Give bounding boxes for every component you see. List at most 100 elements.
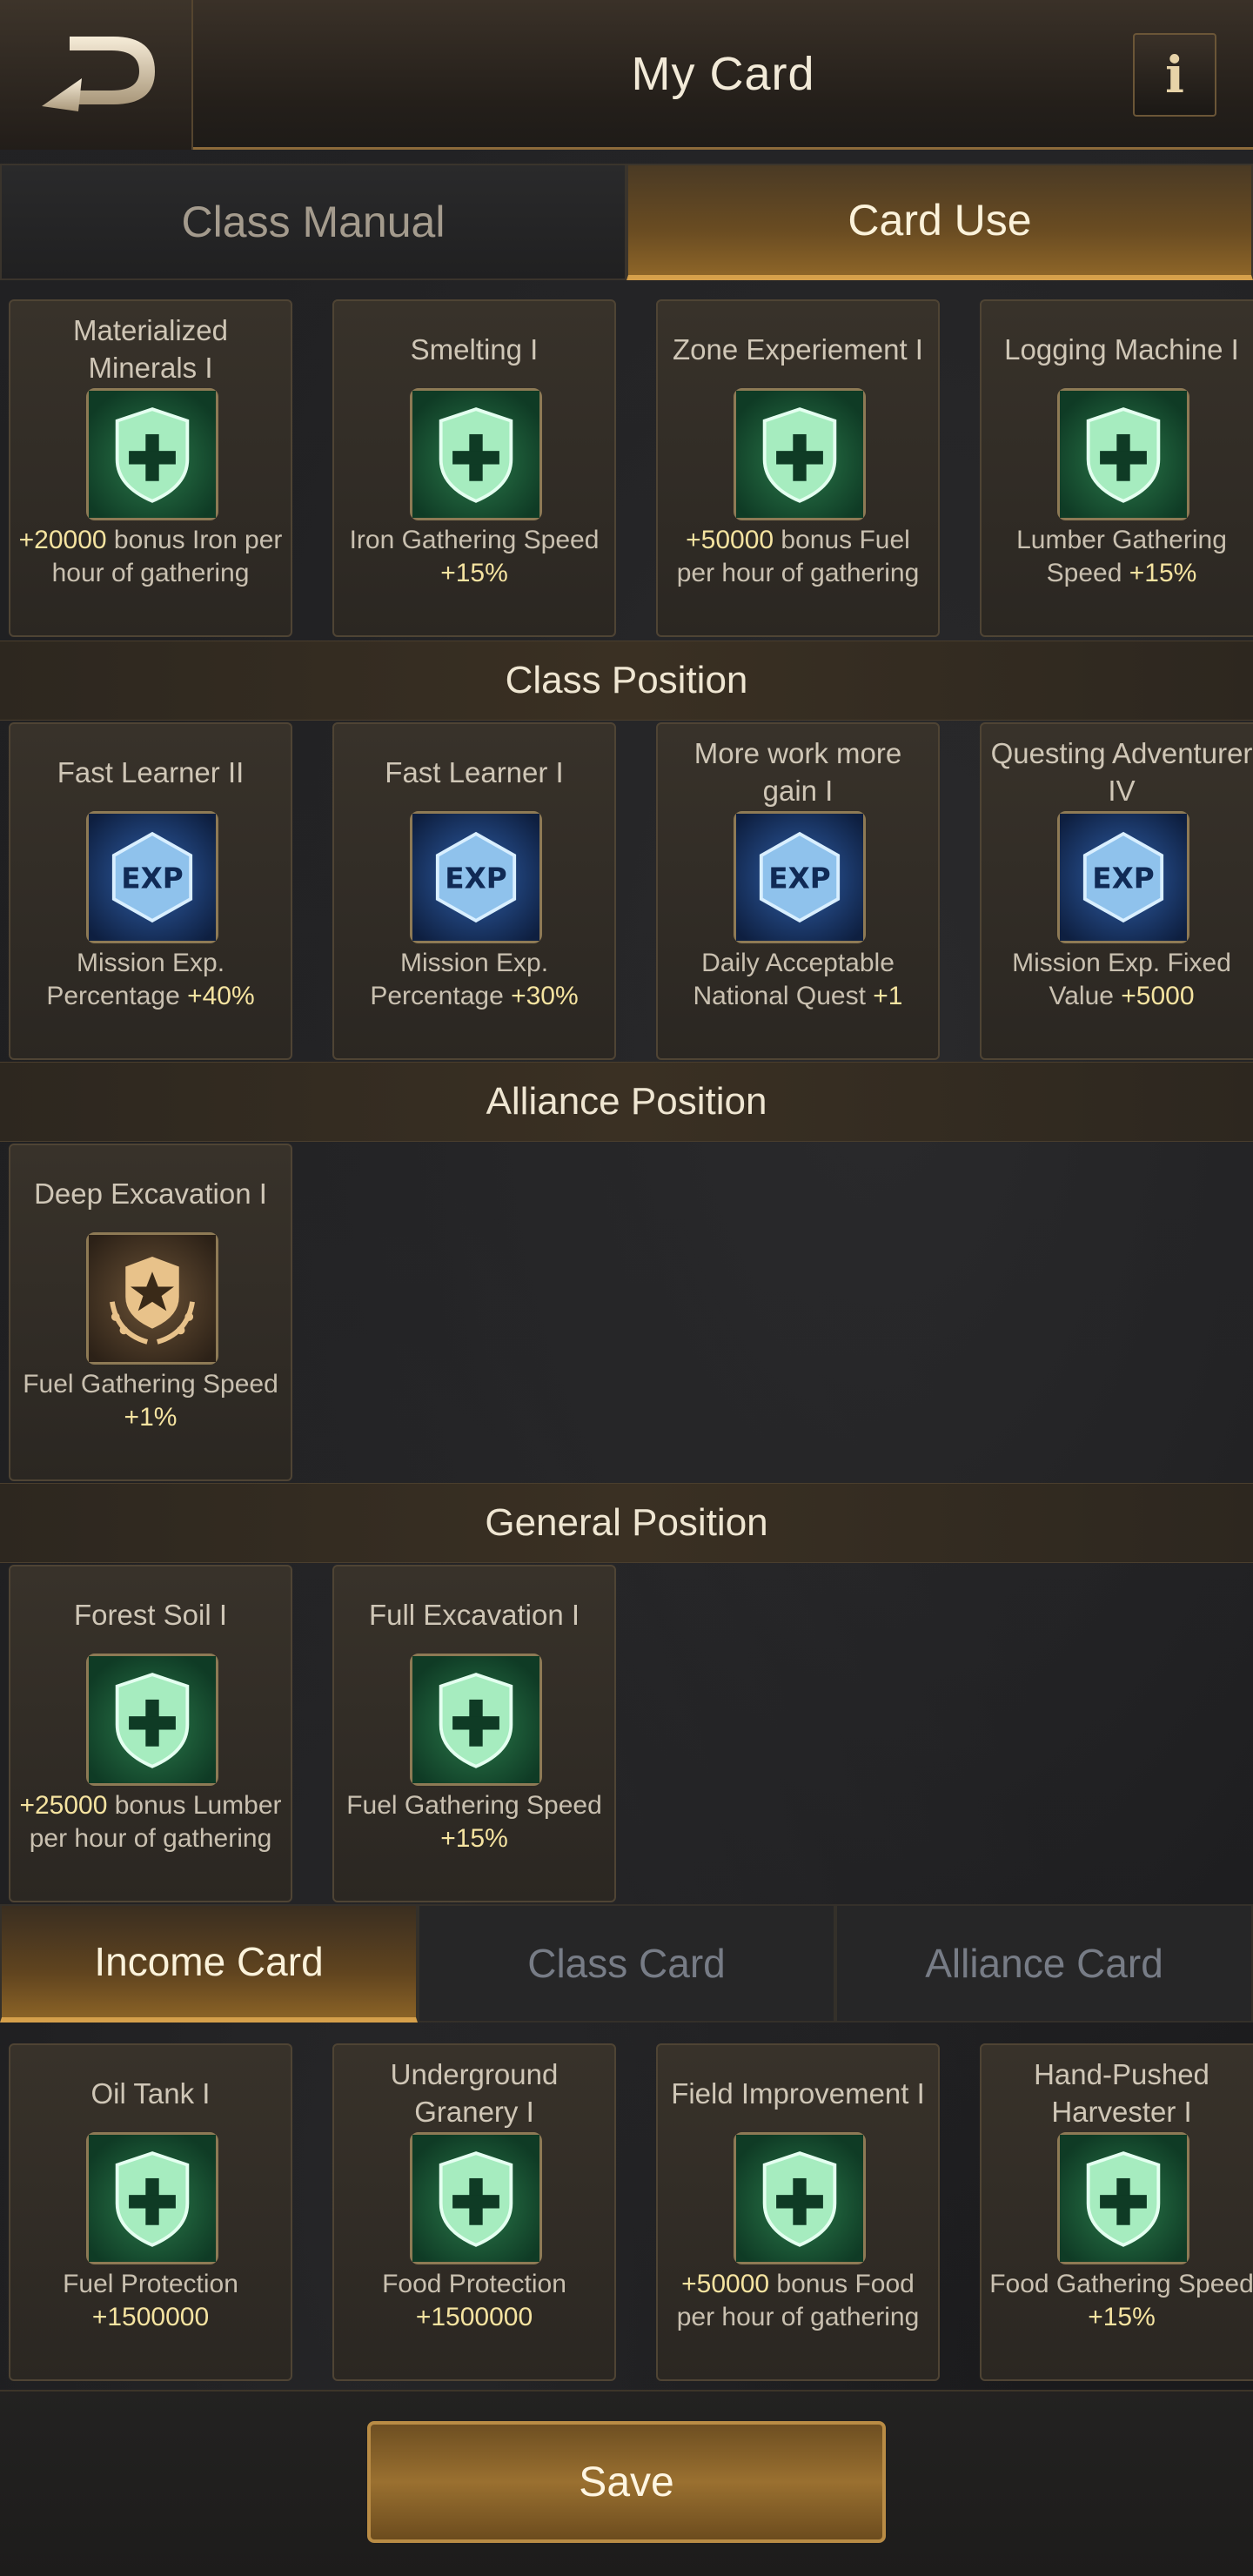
card-bonus-value: +15% — [1129, 559, 1197, 587]
card-name: Fast Learner II — [57, 755, 245, 788]
card-description: +20000 bonus Iron per hour of gathering — [17, 524, 284, 590]
green-shield-plus-icon — [1057, 2132, 1189, 2264]
card-name: Fast Learner I — [385, 755, 564, 788]
card-name: Materialized Minerals I — [73, 314, 228, 384]
green-shield-plus-icon — [410, 388, 542, 520]
card-description: Food Gathering Speed +15% — [988, 2268, 1253, 2334]
card-desc-text: Iron Gathering Speed — [349, 526, 600, 554]
card-oil-tank-i[interactable]: Oil Tank I Fuel Protection +1500000 — [9, 2043, 292, 2381]
svg-text:EXP: EXP — [768, 862, 830, 895]
card-name: Zone Experiement I — [673, 332, 923, 366]
exp-icon: EXP — [1057, 811, 1189, 943]
card-desc-text: Fuel Gathering Speed — [346, 1791, 602, 1820]
card-description: Fuel Protection +1500000 — [17, 2268, 284, 2334]
card-bonus-value: +5000 — [1121, 982, 1195, 1010]
card-description: Mission Exp. Fixed Value +5000 — [988, 947, 1253, 1013]
card-bonus-value: +40% — [187, 982, 255, 1010]
card-bonus-value: +1 — [873, 982, 903, 1010]
card-description: Mission Exp. Percentage +40% — [17, 947, 284, 1013]
card-bonus-value: +25000 — [19, 1791, 108, 1820]
card-description: Iron Gathering Speed +15% — [341, 524, 607, 590]
card-forest-soil-i[interactable]: Forest Soil I +25000 bonus Lumber per hou… — [9, 1565, 292, 1902]
card-row: Fast Learner II EXP Mission Exp. Percentag… — [0, 722, 1253, 1062]
card-hand-pushed-harvester-i[interactable]: Hand-Pushed Harvester I Food Gathering Sp… — [980, 2043, 1253, 2381]
card-more-work-more-gain-i[interactable]: More work more gain I EXP Daily Acceptable… — [656, 722, 940, 1060]
card-materialized-minerals-i[interactable]: Materialized Minerals I +20000 bonus Iron… — [9, 299, 292, 637]
card-smelting-i[interactable]: Smelting I Iron Gathering Speed +15% — [332, 299, 616, 637]
card-name: Underground Granery I — [390, 2058, 559, 2128]
green-shield-plus-icon — [410, 1654, 542, 1786]
card-name: Questing Adventurer IV — [990, 737, 1253, 807]
tab-alliance-card[interactable]: Alliance Card — [835, 1904, 1253, 2023]
card-name: Hand-Pushed Harvester I — [1034, 2058, 1209, 2128]
card-desc-text: Fuel Gathering Speed — [23, 1370, 278, 1399]
laurel-star-shield-icon — [86, 1232, 218, 1365]
section-header: Alliance Position — [0, 1062, 1253, 1142]
card-fast-learner-i[interactable]: Fast Learner I EXP Mission Exp. Percentage… — [332, 722, 616, 1060]
green-shield-plus-icon — [86, 388, 218, 520]
back-arrow-icon[interactable] — [35, 26, 165, 122]
card-name: Smelting I — [410, 332, 539, 366]
card-deep-excavation-i[interactable]: Deep Excavation I Fuel Gathering Speed +1… — [9, 1144, 292, 1481]
card-name: Deep Excavation I — [34, 1177, 267, 1210]
svg-text:EXP: EXP — [121, 862, 183, 895]
back-button-area[interactable] — [0, 0, 193, 150]
card-fast-learner-ii[interactable]: Fast Learner II EXP Mission Exp. Percentag… — [9, 722, 292, 1060]
card-bonus-value: +15% — [1088, 2303, 1156, 2331]
card-bonus-value: +15% — [440, 559, 508, 587]
green-shield-plus-icon — [734, 388, 866, 520]
card-bonus-value: +1% — [124, 1403, 178, 1432]
card-row: Materialized Minerals I +20000 bonus Iron… — [0, 299, 1253, 639]
card-description: +25000 bonus Lumber per hour of gatherin… — [17, 1789, 284, 1855]
section-header: Class Position — [0, 641, 1253, 721]
card-zone-experiement-i[interactable]: Zone Experiement I +50000 bonus Fuel per … — [656, 299, 940, 637]
card-questing-adventurer-iv[interactable]: Questing Adventurer IV EXP Mission Exp. Fi… — [980, 722, 1253, 1060]
card-type-tab-bar: Income Card Class Card Alliance Card — [0, 1904, 1253, 2023]
card-row: Forest Soil I +25000 bonus Lumber per hou… — [0, 1565, 1253, 1904]
green-shield-plus-icon — [734, 2132, 866, 2264]
tab-class-manual[interactable]: Class Manual — [0, 164, 626, 280]
card-desc-text: Food Gathering Speed — [989, 2270, 1253, 2298]
card-name: Forest Soil I — [73, 1598, 228, 1631]
card-underground-granery-i[interactable]: Underground Granery I Food Protection +15… — [332, 2043, 616, 2381]
page-title: My Card — [631, 48, 815, 100]
info-button[interactable]: i — [1133, 33, 1216, 117]
card-bonus-value: +15% — [440, 1824, 508, 1853]
card-name: Field Improvement I — [671, 2076, 925, 2110]
save-button[interactable]: Save — [367, 2421, 886, 2543]
svg-text:EXP: EXP — [445, 862, 506, 895]
card-field-improvement-i[interactable]: Field Improvement I +50000 bonus Food per… — [656, 2043, 940, 2381]
footer-bar: Save — [0, 2390, 1253, 2576]
card-logging-machine-i[interactable]: Logging Machine I Lumber Gathering Speed … — [980, 299, 1253, 637]
exp-icon: EXP — [734, 811, 866, 943]
header-bar: My Card i — [0, 0, 1253, 150]
card-bonus-value: +50000 — [686, 526, 774, 554]
tab-income-card[interactable]: Income Card — [0, 1904, 418, 2023]
exp-icon: EXP — [86, 811, 218, 943]
card-desc-text: Daily Acceptable National Quest — [693, 949, 895, 1010]
tab-card-use[interactable]: Card Use — [626, 164, 1253, 280]
card-full-excavation-i[interactable]: Full Excavation I Fuel Gathering Speed +1… — [332, 1565, 616, 1902]
tab-class-card[interactable]: Class Card — [418, 1904, 835, 2023]
card-name: More work more gain I — [694, 737, 902, 807]
card-description: Mission Exp. Percentage +30% — [341, 947, 607, 1013]
top-tab-bar: Class Manual Card Use — [0, 164, 1253, 280]
card-description: Daily Acceptable National Quest +1 — [665, 947, 931, 1013]
section-header: General Position — [0, 1483, 1253, 1563]
card-description: Lumber Gathering Speed +15% — [988, 524, 1253, 590]
card-name: Logging Machine I — [1004, 332, 1239, 366]
card-bonus-value: +20000 — [18, 526, 107, 554]
card-description: Fuel Gathering Speed +1% — [17, 1368, 284, 1434]
svg-text:EXP: EXP — [1092, 862, 1154, 895]
card-bonus-value: +50000 — [681, 2270, 770, 2298]
card-description: Food Protection +1500000 — [341, 2268, 607, 2334]
card-bonus-value: +1500000 — [415, 2303, 533, 2331]
green-shield-plus-icon — [86, 1654, 218, 1786]
card-description: +50000 bonus Food per hour of gathering — [665, 2268, 931, 2334]
exp-icon: EXP — [410, 811, 542, 943]
card-bonus-value: +30% — [511, 982, 579, 1010]
card-name: Full Excavation I — [368, 1598, 580, 1631]
card-name: Oil Tank I — [90, 2076, 211, 2110]
card-desc-text: Fuel Protection — [63, 2270, 238, 2298]
card-bonus-value: +1500000 — [91, 2303, 210, 2331]
